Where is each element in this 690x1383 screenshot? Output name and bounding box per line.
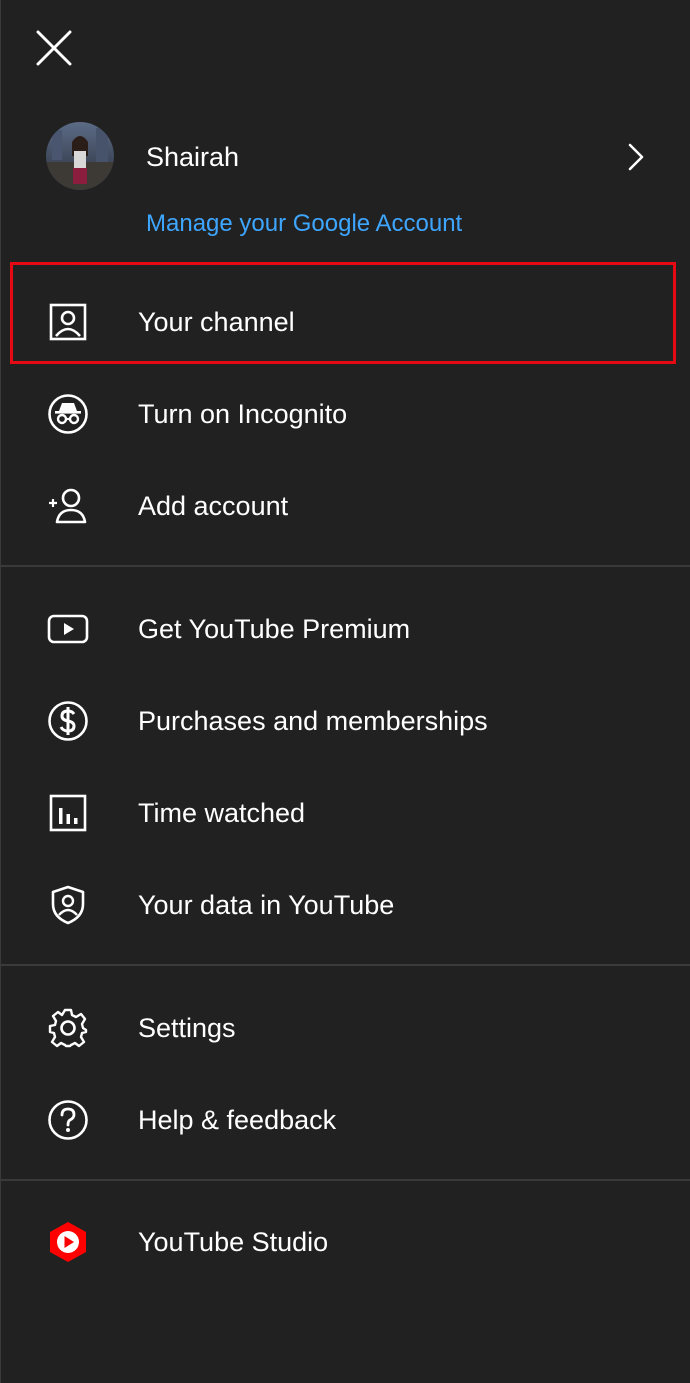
menu-label: YouTube Studio	[138, 1227, 329, 1257]
menu-item-premium[interactable]: Get YouTube Premium	[0, 583, 690, 675]
menu-item-studio[interactable]: YouTube Studio	[0, 1196, 690, 1288]
menu-label: Add account	[138, 491, 289, 521]
divider	[0, 1179, 690, 1181]
menu-item-your-data[interactable]: Your data in YouTube	[0, 859, 690, 951]
menu-item-help[interactable]: Help & feedback	[0, 1074, 690, 1166]
chevron-right-icon	[628, 143, 644, 171]
menu-item-settings[interactable]: Settings	[0, 982, 690, 1074]
menu-label: Settings	[138, 1013, 236, 1043]
youtube-studio-icon	[50, 1222, 86, 1262]
menu-item-your-channel[interactable]: Your channel	[0, 276, 690, 368]
help-circle-icon	[48, 1100, 88, 1140]
menu-item-purchases[interactable]: Purchases and memberships	[0, 675, 690, 767]
person-box-icon	[49, 303, 87, 341]
menu-item-time-watched[interactable]: Time watched	[0, 767, 690, 859]
menu-label: Get YouTube Premium	[138, 614, 411, 644]
shield-person-icon	[51, 885, 85, 925]
close-icon	[36, 30, 72, 66]
menu-item-add-account[interactable]: Add account	[0, 460, 690, 552]
dollar-circle-icon	[48, 701, 88, 741]
incognito-icon	[48, 394, 88, 434]
manage-google-account-link[interactable]: Manage your Google Account	[146, 208, 462, 240]
avatar	[46, 122, 114, 190]
divider	[0, 565, 690, 567]
menu-label: Turn on Incognito	[138, 399, 348, 429]
divider	[0, 964, 690, 966]
menu-label: Time watched	[138, 798, 306, 828]
bar-chart-icon	[49, 794, 87, 832]
menu-item-incognito[interactable]: Turn on Incognito	[0, 368, 690, 460]
menu-label: Your channel	[138, 307, 295, 337]
add-person-icon	[49, 488, 87, 524]
close-button[interactable]	[26, 20, 82, 76]
account-menu-screen: Shairah Manage your Google Account Your …	[0, 0, 690, 1383]
account-header[interactable]: Shairah	[0, 112, 690, 204]
youtube-play-icon	[47, 614, 89, 644]
account-name: Shairah	[146, 142, 240, 172]
menu-label: Purchases and memberships	[138, 706, 488, 736]
menu-label: Your data in YouTube	[138, 890, 395, 920]
menu-label: Help & feedback	[138, 1105, 337, 1135]
gear-icon	[48, 1008, 88, 1048]
